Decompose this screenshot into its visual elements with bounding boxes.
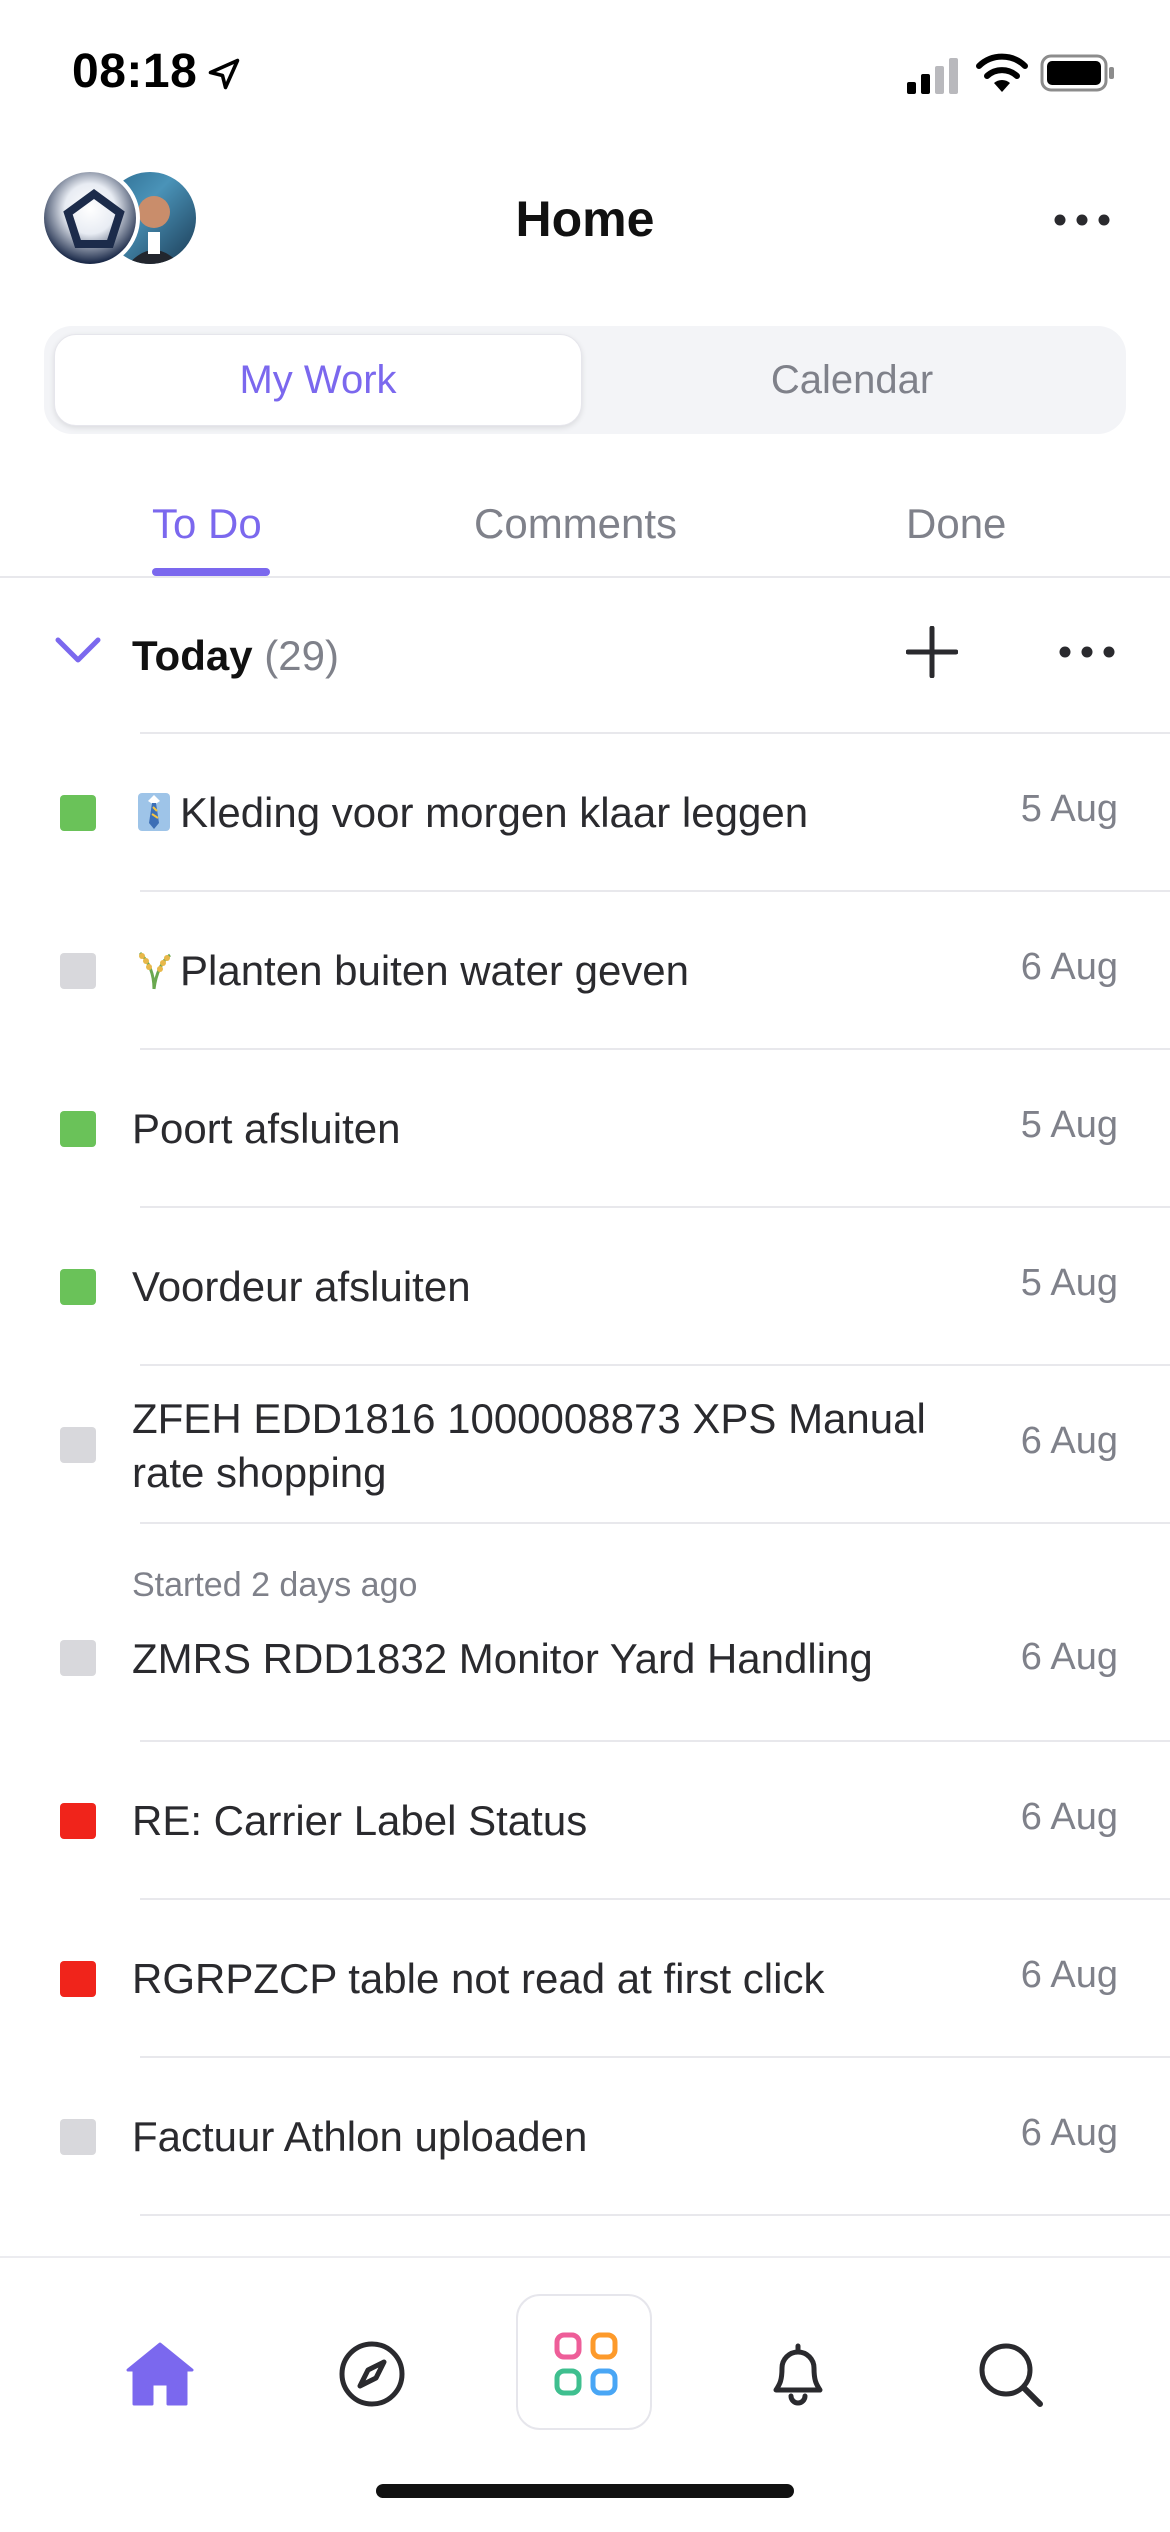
task-row[interactable]: RGRPZCP table not read at first click 6 … [0, 1900, 1170, 2058]
task-title: RGRPZCP table not read at first click [132, 1955, 825, 2002]
task-status-square[interactable] [60, 1111, 96, 1147]
task-due-date: 6 Aug [1020, 1420, 1118, 1462]
task-title: Poort afsluiten [132, 1105, 401, 1152]
segment-calendar[interactable]: Calendar [588, 334, 1116, 426]
tab-to-do[interactable]: To Do [152, 500, 262, 548]
task-row[interactable]: Factuur Athlon uploaden 6 Aug [0, 2058, 1170, 2216]
task-due-date: 6 Aug [1020, 1796, 1118, 1838]
active-tab-indicator [152, 568, 270, 576]
task-title: Kleding voor morgen klaar leggen [132, 786, 992, 840]
task-row[interactable]: RE: Carrier Label Status 6 Aug [0, 1742, 1170, 1900]
segment-my-work[interactable]: My Work [54, 334, 582, 426]
task-row[interactable]: Voordeur afsluiten 5 Aug [0, 1208, 1170, 1366]
chevron-down-icon[interactable] [54, 634, 102, 666]
compass-icon[interactable] [336, 2338, 408, 2410]
wifi-icon [976, 53, 1028, 92]
status-time: 08:18 [72, 45, 198, 98]
task-title-text: Planten buiten water geven [180, 947, 690, 994]
home-indicator [376, 2484, 794, 2498]
task-title: ZMRS RDD1832 Monitor Yard Handling [132, 1635, 873, 1682]
tab-done[interactable]: Done [906, 500, 1006, 548]
necktie-shirt-icon [138, 793, 170, 831]
workspace-avatars[interactable] [40, 168, 200, 268]
add-task-icon[interactable] [906, 626, 958, 678]
task-status-square[interactable] [60, 2119, 96, 2155]
battery-icon [1040, 54, 1114, 92]
task-due-date: 6 Aug [1020, 1954, 1118, 1996]
group-title-label: Today [132, 632, 253, 679]
search-icon[interactable] [974, 2338, 1046, 2410]
location-arrow-icon [208, 58, 240, 90]
task-due-date: 6 Aug [1020, 1636, 1118, 1678]
task-status-square[interactable] [60, 1961, 96, 1997]
task-title: ZFEH EDD1816 1000008873 XPS Manual rate … [132, 1395, 926, 1496]
task-status-square[interactable] [60, 795, 96, 831]
task-status-square[interactable] [60, 1427, 96, 1463]
task-status-square[interactable] [60, 1803, 96, 1839]
task-row[interactable]: Started 2 days ago ZMRS RDD1832 Monitor … [0, 1524, 1170, 1742]
rice-plant-icon [138, 951, 171, 990]
task-row[interactable]: Planten buiten water geven 6 Aug [0, 892, 1170, 1050]
task-title: Factuur Athlon uploaden [132, 2113, 588, 2160]
task-started-meta: Started 2 days ago [132, 1566, 418, 1604]
task-status-square[interactable] [60, 953, 96, 989]
task-status-square[interactable] [60, 1640, 96, 1676]
tab-comments[interactable]: Comments [474, 500, 677, 548]
task-title: Planten buiten water geven [132, 944, 992, 998]
task-due-date: 6 Aug [1020, 2112, 1118, 2154]
apps-grid-button[interactable] [516, 2294, 652, 2430]
task-due-date: 6 Aug [1020, 946, 1118, 988]
task-row[interactable]: ZFEH EDD1816 1000008873 XPS Manual rate … [0, 1366, 1170, 1524]
screen: 08:18 Home My Work Calendar To Do Commen… [0, 0, 1170, 2532]
group-header-today: Today (29) [0, 578, 1170, 734]
cellular-signal-icon [907, 58, 958, 94]
task-list: Kleding voor morgen klaar leggen 5 Aug P… [0, 734, 1170, 2216]
task-title-text: Kleding voor morgen klaar leggen [180, 789, 809, 836]
home-icon[interactable] [124, 2338, 196, 2410]
task-row[interactable]: Poort afsluiten 5 Aug [0, 1050, 1170, 1208]
work-tabs: To Do Comments Done [0, 490, 1170, 578]
view-segmented-control: My Work Calendar [44, 326, 1126, 434]
group-count: (29) [264, 632, 339, 679]
status-bar: 08:18 [0, 0, 1170, 140]
task-status-square[interactable] [60, 1269, 96, 1305]
apps-grid-icon [554, 2332, 618, 2396]
group-more-options-icon[interactable] [1058, 642, 1116, 662]
task-title: RE: Carrier Label Status [132, 1797, 588, 1844]
task-due-date: 5 Aug [1020, 788, 1118, 830]
task-row[interactable]: Kleding voor morgen klaar leggen 5 Aug [0, 734, 1170, 892]
task-title: Voordeur afsluiten [132, 1263, 471, 1310]
workspace-avatar[interactable] [40, 168, 140, 268]
task-due-date: 5 Aug [1020, 1262, 1118, 1304]
task-due-date: 5 Aug [1020, 1104, 1118, 1146]
group-title[interactable]: Today (29) [132, 632, 339, 680]
more-options-icon[interactable] [1052, 208, 1112, 232]
bell-icon[interactable] [762, 2338, 834, 2410]
